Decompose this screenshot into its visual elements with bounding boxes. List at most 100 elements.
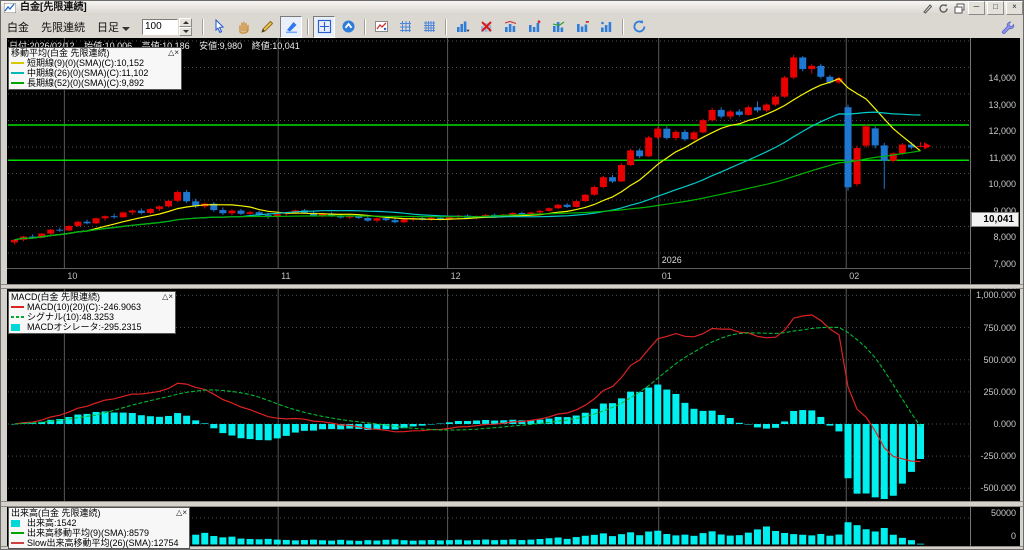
- y-axis-label: 7,000: [993, 258, 1016, 269]
- macd-bar: [201, 423, 209, 424]
- sma-mid-label: 中期線(26)(0)(SMA)(C):11,102: [27, 68, 149, 78]
- macd-bar: [835, 424, 843, 432]
- legend-controls[interactable]: △×: [162, 292, 173, 302]
- close-button[interactable]: ×: [1006, 1, 1023, 15]
- macd-bar: [781, 421, 789, 424]
- settings-button[interactable]: [996, 16, 1018, 38]
- cursor-tool-button[interactable]: [208, 16, 230, 38]
- spinner-up-button[interactable]: [179, 17, 192, 27]
- legend-controls[interactable]: △×: [176, 508, 187, 518]
- volume-bar: [364, 540, 372, 545]
- macd-signal-swatch: [11, 316, 24, 318]
- volume-bar: [237, 538, 245, 545]
- volume-bar: [192, 534, 200, 545]
- y-axis-label: 50000: [990, 508, 1016, 518]
- candle: [174, 190, 182, 203]
- info-close: 終値:10,041: [251, 41, 300, 51]
- indicator-1-button[interactable]: [499, 16, 521, 38]
- navigate-tool-button[interactable]: [337, 16, 359, 38]
- spinner-down-button[interactable]: [179, 26, 192, 36]
- grid-dense-layout-button[interactable]: [418, 16, 440, 38]
- volume-label: 出来高:1542: [27, 518, 77, 528]
- candle: [917, 142, 924, 148]
- candle: [545, 207, 553, 212]
- indicator-2-button[interactable]: [523, 16, 545, 38]
- candle: [165, 199, 173, 208]
- maximize-button[interactable]: □: [987, 1, 1004, 15]
- candle: [618, 163, 626, 182]
- draw-tool-button[interactable]: [256, 16, 278, 38]
- candle: [228, 209, 236, 216]
- chart-style-1-icon: [504, 20, 516, 32]
- macd-bar: [581, 412, 589, 424]
- timeframe-select[interactable]: 日足: [97, 19, 130, 35]
- symbol-label: 白金: [7, 21, 29, 34]
- annotate-button[interactable]: [920, 3, 934, 14]
- macd-y-axis: 1,000.000 750.000 500.000 250.000 0.000 -250.…: [970, 289, 1020, 501]
- macd-bar: [445, 422, 453, 424]
- indicator-4-button[interactable]: [571, 16, 593, 38]
- volume-bar: [436, 540, 444, 545]
- cursor-icon: [214, 19, 224, 34]
- volume-bar: [690, 535, 698, 545]
- volume-bar: [608, 536, 616, 545]
- y-axis-label: 250.000: [983, 386, 1016, 397]
- refresh-button[interactable]: [628, 16, 650, 38]
- remove-indicator-button[interactable]: [475, 16, 497, 38]
- y-axis-label: 750.000: [983, 322, 1016, 333]
- candle: [56, 227, 64, 232]
- chart-type-button[interactable]: [451, 16, 473, 38]
- minimize-button[interactable]: ─: [968, 1, 985, 15]
- chart-window-button[interactable]: [370, 16, 392, 38]
- grid-dense-icon: [423, 21, 435, 32]
- macd-bar: [291, 424, 299, 433]
- reload-window-button[interactable]: [936, 3, 950, 14]
- crosshair-tool-button[interactable]: [313, 15, 335, 38]
- window-title: 白金[先限連続]: [20, 2, 87, 13]
- info-low: 安値:9,980: [199, 41, 243, 51]
- indicator-3-button[interactable]: [547, 16, 569, 38]
- macd-bar: [309, 424, 317, 431]
- chart-style-3-icon: [552, 21, 564, 32]
- macd-bar: [645, 387, 653, 424]
- volume-legend: 出来高(白金 先限連続) △× 出来高:1542 出来高移動平均(9)(SMA):…: [8, 507, 190, 549]
- legend-controls[interactable]: △×: [168, 48, 179, 58]
- volume-bar: [627, 532, 635, 545]
- volume-bar: [917, 543, 924, 545]
- y-axis-label: 13,000: [988, 99, 1016, 110]
- volume-bar: [228, 536, 236, 545]
- macd-bar: [282, 424, 290, 436]
- volume-bar: [708, 531, 716, 545]
- duplicate-window-button[interactable]: [952, 3, 966, 14]
- macd-bar: [853, 424, 861, 494]
- marker-tool-button[interactable]: [280, 15, 302, 38]
- sma-26-line: [14, 111, 921, 241]
- macd-bar: [110, 412, 118, 424]
- volume-bar: [418, 540, 426, 545]
- pan-tool-button[interactable]: [232, 16, 254, 38]
- macd-bar: [165, 415, 173, 424]
- candle: [744, 105, 752, 116]
- macd-bar: [590, 408, 598, 424]
- grid-layout-button[interactable]: [394, 16, 416, 38]
- volume-bar: [835, 534, 843, 545]
- volume-bar: [536, 538, 544, 545]
- app-window: 白金[先限連続] ─ □ × 白金 先限連続 日足 100 日付:2026/02…: [0, 0, 1024, 550]
- macd-bar: [418, 424, 426, 426]
- candle: [364, 216, 372, 222]
- ma-legend-title: 移動平均(白金 先限連続): [11, 48, 110, 58]
- y-axis-label: 12,000: [988, 126, 1016, 136]
- macd-bar: [219, 424, 227, 434]
- volume-bar: [328, 540, 336, 545]
- refresh-icon: [633, 19, 645, 33]
- volume-bar: [681, 534, 689, 545]
- volume-bar: [735, 535, 743, 545]
- indicator-5-button[interactable]: [595, 16, 617, 38]
- macd-bar: [137, 415, 145, 424]
- macd-bar: [237, 424, 245, 439]
- marker-icon: [285, 22, 297, 34]
- macd-bar: [228, 424, 236, 436]
- bar-count-input[interactable]: [142, 18, 178, 35]
- volume-bar: [201, 532, 209, 545]
- window-copy-icon: [954, 3, 964, 13]
